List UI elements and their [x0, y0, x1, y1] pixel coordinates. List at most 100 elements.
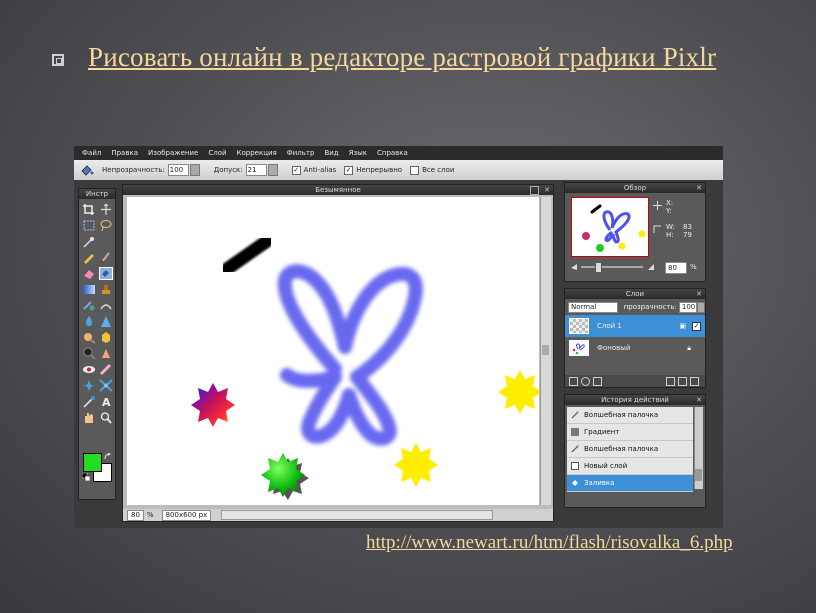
blur-icon[interactable] [82, 315, 96, 328]
layer-folder-icon[interactable] [666, 376, 675, 386]
minimize-button[interactable] [530, 186, 539, 195]
history-item[interactable]: Волшебная палочка [567, 441, 693, 458]
red-eye-icon[interactable] [82, 363, 96, 376]
opacity-input[interactable]: 100 [167, 164, 189, 176]
source-url-link[interactable]: http://www.newart.ru/htm/flash/risovalka… [366, 530, 746, 555]
zoom-out-icon[interactable] [570, 263, 578, 271]
pencil-icon[interactable] [82, 251, 96, 264]
layer-mask-icon[interactable] [593, 376, 602, 386]
tolerance-dropdown[interactable] [267, 164, 278, 176]
zoom-slider-handle[interactable] [595, 262, 602, 273]
move-icon[interactable] [99, 203, 113, 216]
menu-bar: Файл Правка Изображение Слой Коррекция Ф… [74, 146, 723, 160]
swap-colors-icon[interactable] [104, 453, 112, 461]
color-replace-icon[interactable] [82, 299, 96, 312]
zoom-slider[interactable] [581, 266, 643, 268]
navigator-panel: Обзор ✕ X: Y: W: 83 H: 79 80 % [564, 182, 706, 282]
sponge-icon[interactable] [99, 331, 113, 344]
contiguous-checkbox[interactable]: ✓ [344, 165, 354, 175]
history-label: Заливка [584, 479, 615, 487]
tolerance-input[interactable]: 21 [245, 164, 267, 176]
type-icon[interactable]: A [99, 395, 113, 408]
smudge-icon[interactable] [82, 331, 96, 344]
crop-icon[interactable] [82, 203, 96, 216]
history-item[interactable]: Градиент [567, 424, 693, 441]
lasso-icon[interactable] [99, 219, 113, 232]
menu-filter[interactable]: Фильтр [287, 149, 315, 157]
contiguous-label: Непрерывно [356, 166, 403, 174]
spot-heal-icon[interactable] [99, 363, 113, 376]
clone-stamp-icon[interactable] [99, 283, 113, 296]
layer-opacity-dropdown[interactable] [696, 301, 706, 313]
default-colors-icon[interactable] [82, 473, 90, 481]
scroll-thumb[interactable] [542, 345, 549, 355]
brush-icon[interactable] [99, 251, 113, 264]
menu-edit[interactable]: Правка [111, 149, 138, 157]
drawing-icon[interactable] [99, 299, 113, 312]
history-item[interactable]: Новый слой [567, 458, 693, 475]
layer-lock-icon[interactable]: ▣ [679, 322, 686, 330]
empty-slot [99, 235, 113, 248]
opacity-dropdown[interactable] [189, 164, 200, 176]
layer-new-icon[interactable] [569, 376, 578, 386]
eraser-icon[interactable] [82, 267, 96, 280]
navigator-zoom-field[interactable]: 80 [665, 262, 687, 274]
magic-wand-icon [571, 445, 579, 453]
layer-row[interactable]: Фоновый 🔒︎ [565, 337, 705, 359]
menu-layer[interactable]: Слой [208, 149, 226, 157]
menu-image[interactable]: Изображение [148, 149, 198, 157]
layer-row[interactable]: Слой 1 ▣ ✓ [565, 315, 705, 337]
bloat-icon[interactable] [82, 379, 96, 392]
zoom-in-icon[interactable] [647, 263, 655, 271]
hand-icon[interactable] [82, 411, 96, 424]
layer-delete-icon[interactable] [690, 376, 699, 386]
antialias-checkbox[interactable]: ✓ [291, 165, 301, 175]
zoom-icon[interactable] [99, 411, 113, 424]
w-value: 83 [683, 223, 692, 231]
layers-close-icon[interactable]: ✕ [696, 289, 702, 299]
drawing-canvas[interactable] [127, 197, 539, 505]
artwork [191, 234, 539, 500]
dodge-icon[interactable] [82, 347, 96, 360]
layer-add-icon[interactable] [678, 376, 687, 386]
foreground-color-swatch[interactable] [83, 453, 102, 472]
gradient-icon [571, 428, 579, 436]
layers-title: Слои [625, 290, 645, 298]
paint-bucket-tool-icon[interactable] [99, 267, 113, 280]
menu-help[interactable]: Справка [377, 149, 408, 157]
color-picker-icon[interactable] [82, 395, 96, 408]
history-close-icon[interactable]: ✕ [696, 395, 702, 405]
menu-file[interactable]: Файл [82, 149, 101, 157]
pinch-icon[interactable] [99, 379, 113, 392]
zoom-field[interactable]: 80 [127, 509, 144, 521]
pixlr-screenshot: Файл Правка Изображение Слой Коррекция Ф… [74, 146, 723, 528]
magic-wand-icon [571, 411, 579, 419]
history-item-selected[interactable]: Заливка [567, 475, 693, 492]
menu-language[interactable]: Язык [349, 149, 367, 157]
vertical-scrollbar[interactable] [540, 197, 551, 505]
history-scroll-thumb[interactable] [695, 469, 702, 481]
horizontal-scrollbar[interactable] [221, 510, 494, 520]
menu-view[interactable]: Вид [324, 149, 338, 157]
navigator-close-icon[interactable]: ✕ [696, 183, 702, 193]
marquee-icon[interactable] [82, 219, 96, 232]
history-item[interactable]: Волшебная палочка [567, 407, 693, 424]
burn-icon[interactable] [99, 347, 113, 360]
gradient-icon[interactable] [82, 283, 96, 296]
layer-thumbnail [569, 340, 589, 356]
blend-mode-select[interactable]: Normal [568, 301, 618, 313]
magic-wand-icon[interactable] [82, 235, 96, 248]
layer-style-icon[interactable] [581, 376, 590, 386]
sharpen-icon[interactable] [99, 315, 113, 328]
document-title: Безымянное [315, 186, 361, 194]
y-label: Y: [666, 207, 672, 215]
all-layers-checkbox[interactable] [410, 165, 420, 175]
navigator-preview[interactable] [571, 197, 649, 257]
close-icon[interactable]: ✕ [544, 185, 550, 195]
history-scrollbar[interactable] [694, 407, 703, 489]
layer-visible-checkbox[interactable]: ✓ [692, 321, 701, 331]
layer-lock-icon[interactable]: 🔒︎ [687, 344, 691, 353]
menu-adjustment[interactable]: Коррекция [237, 149, 277, 157]
title-link[interactable]: Рисовать онлайн в редакторе растровой гр… [88, 38, 768, 76]
layer-opacity-field[interactable]: 100 [678, 301, 697, 313]
